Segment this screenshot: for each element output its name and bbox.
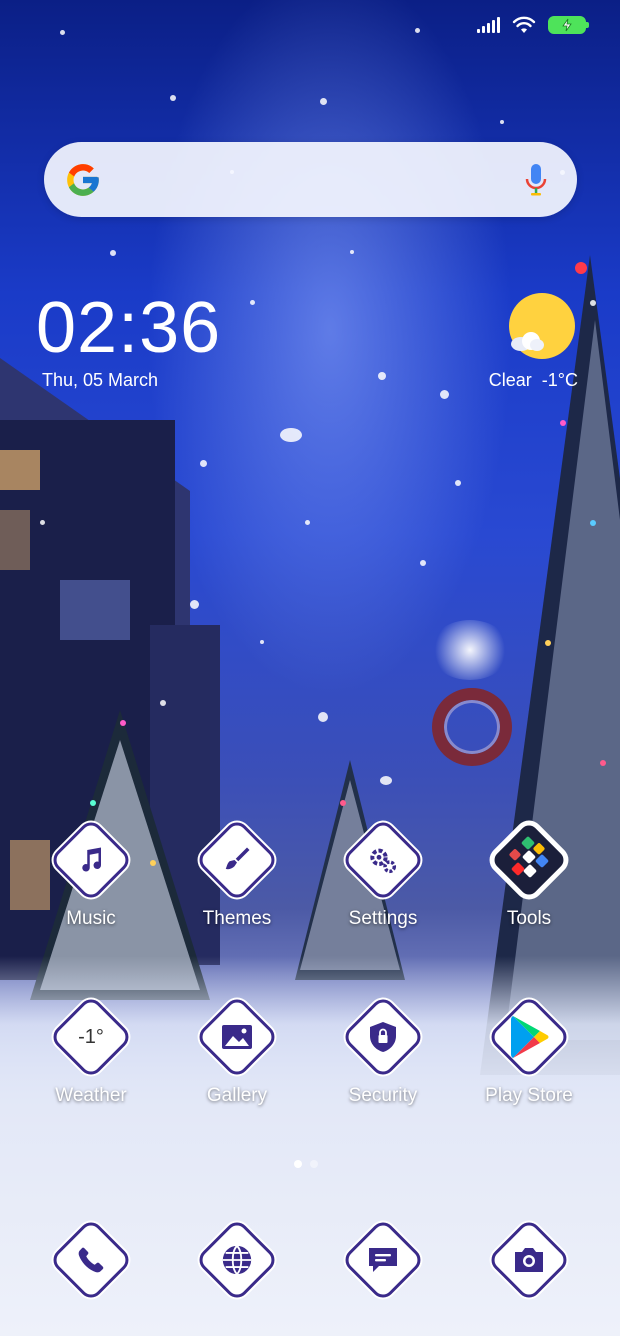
app-settings[interactable]: Settings: [328, 817, 438, 930]
folder-icon: [503, 834, 555, 886]
phone-icon: [76, 1245, 106, 1275]
google-g-icon: [67, 164, 99, 196]
dock-messages[interactable]: [328, 1217, 438, 1303]
play-store-icon: [507, 1013, 551, 1061]
browser-globe-icon: [220, 1243, 254, 1277]
weather-temperature: -1°C: [541, 370, 578, 390]
app-folder-tools[interactable]: Tools: [474, 817, 584, 930]
page-indicator[interactable]: [294, 1160, 318, 1168]
signal-bars-icon: [477, 17, 500, 33]
messages-icon: [367, 1246, 399, 1274]
wifi-icon: [512, 16, 536, 33]
app-music[interactable]: Music: [36, 817, 146, 930]
status-bar: [477, 16, 589, 34]
wreath: [432, 688, 512, 766]
lamp-glow: [430, 620, 510, 680]
dock-camera[interactable]: [474, 1217, 584, 1303]
camera-icon: [512, 1246, 546, 1274]
dock-browser[interactable]: [182, 1217, 292, 1303]
google-search-bar[interactable]: [44, 142, 577, 217]
weather-icon: -1°: [78, 1026, 104, 1049]
app-label: Weather: [55, 1085, 127, 1106]
app-label: Tools: [506, 908, 552, 929]
app-label: Security: [348, 1085, 418, 1106]
weather-condition: Clear: [488, 370, 532, 390]
app-gallery[interactable]: Gallery: [182, 994, 292, 1107]
app-label: Settings: [348, 908, 418, 929]
page-dot: [310, 1160, 318, 1168]
app-security[interactable]: Security: [328, 994, 438, 1107]
app-label: Gallery: [206, 1085, 268, 1106]
tree: [505, 320, 620, 1040]
paintbrush-icon: [222, 845, 252, 875]
shield-lock-icon: [368, 1021, 398, 1053]
weather-summary[interactable]: Clear -1°C: [489, 370, 578, 391]
cloud-icon: [511, 332, 544, 351]
weather-icon-value: -1°: [78, 1025, 104, 1048]
battery-charging-icon: [548, 16, 589, 34]
microphone-icon[interactable]: [525, 162, 547, 198]
app-play-store[interactable]: Play Store: [474, 994, 584, 1107]
dock-phone[interactable]: [36, 1217, 146, 1303]
music-note-icon: [76, 845, 106, 875]
clock-date[interactable]: Thu, 05 March: [42, 370, 158, 391]
app-label: Music: [66, 908, 116, 929]
app-label: Themes: [202, 908, 272, 929]
page-dot-active: [294, 1160, 302, 1168]
app-weather[interactable]: -1° Weather: [36, 994, 146, 1107]
app-themes[interactable]: Themes: [182, 817, 292, 930]
gears-icon: [367, 844, 399, 876]
clock-time[interactable]: 02:36: [36, 292, 221, 364]
app-label: Play Store: [485, 1085, 573, 1106]
image-icon: [221, 1023, 253, 1051]
